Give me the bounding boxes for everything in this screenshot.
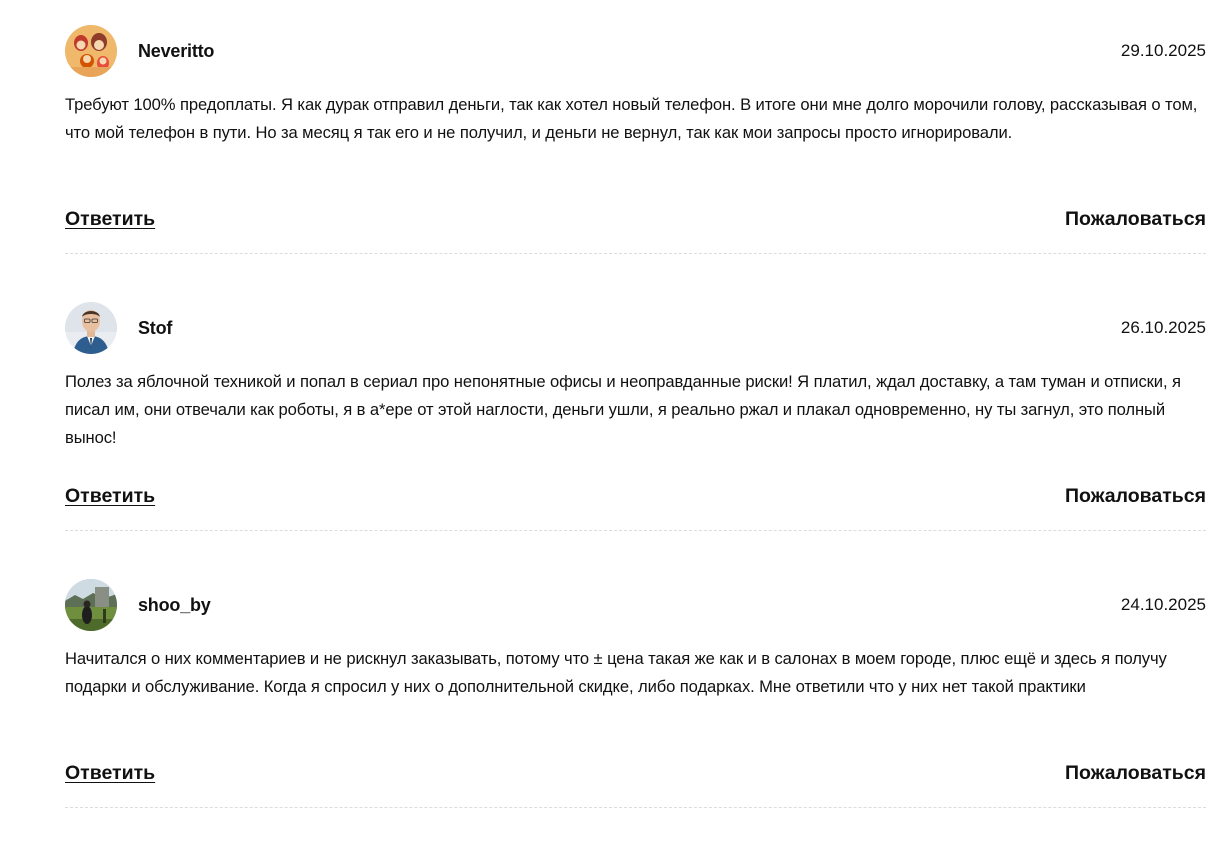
comment-header: Neveritto 29.10.2025 — [65, 24, 1206, 78]
report-link[interactable]: Пожаловаться — [1065, 762, 1206, 785]
comment-actions: Ответить Пожаловаться — [65, 208, 1206, 236]
avatar-outdoor-photo-icon — [65, 579, 117, 631]
comment-date: 24.10.2025 — [1120, 595, 1206, 614]
comment-actions: Ответить Пожаловаться — [65, 762, 1206, 790]
report-link[interactable]: Пожаловаться — [1065, 485, 1206, 508]
comment-item: Neveritto 29.10.2025 Требуют 100% предоп… — [65, 24, 1206, 301]
reply-link[interactable]: Ответить — [65, 208, 155, 231]
avatar-man-portrait-icon — [65, 302, 117, 354]
comment-date: 29.10.2025 — [1120, 41, 1206, 60]
comment-author: Neveritto — [138, 40, 215, 61]
comment-text: Полез за яблочной техникой и попал в сер… — [65, 372, 1181, 447]
divider — [65, 530, 1206, 531]
avatar[interactable] — [65, 302, 117, 354]
comment-actions: Ответить Пожаловаться — [65, 485, 1206, 513]
comments-list: Neveritto 29.10.2025 Требуют 100% предоп… — [65, 24, 1206, 855]
avatar[interactable] — [65, 25, 117, 77]
comment-text: Начитался о них комментариев и не рискну… — [65, 649, 1167, 696]
reply-link[interactable]: Ответить — [65, 485, 155, 508]
comment-header: Stof 26.10.2025 — [65, 301, 1206, 355]
comment-item: shoo_by 24.10.2025 Начитался о них комме… — [65, 578, 1206, 855]
divider — [65, 253, 1206, 254]
report-link[interactable]: Пожаловаться — [1065, 208, 1206, 231]
avatar-family-illustration-icon — [65, 25, 117, 77]
comment-text: Требуют 100% предоплаты. Я как дурак отп… — [65, 95, 1198, 142]
comment-item: Stof 26.10.2025 Полез за яблочной техник… — [65, 301, 1206, 578]
avatar[interactable] — [65, 579, 117, 631]
reply-link[interactable]: Ответить — [65, 762, 155, 785]
comment-header: shoo_by 24.10.2025 — [65, 578, 1206, 632]
comment-date: 26.10.2025 — [1120, 318, 1206, 337]
comment-author: Stof — [138, 317, 173, 338]
divider — [65, 807, 1206, 808]
comment-author: shoo_by — [138, 594, 211, 615]
